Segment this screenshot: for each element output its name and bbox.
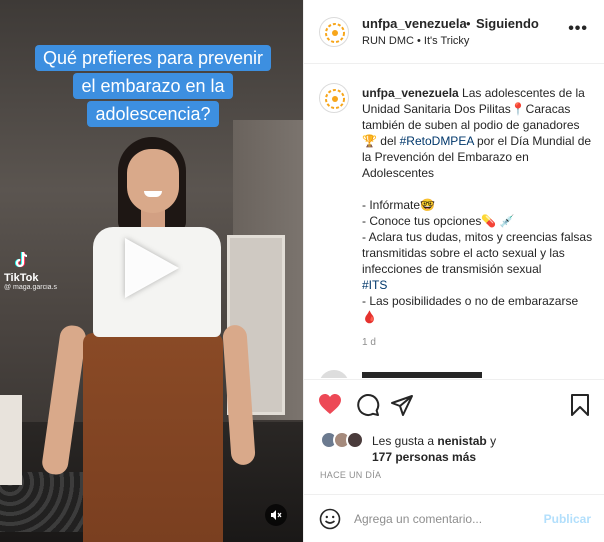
bookmark-icon[interactable] [569, 393, 591, 420]
video-caption: Qué prefieres para prevenir el embarazo … [28, 45, 278, 129]
mute-icon[interactable] [265, 504, 287, 526]
video-caption-line: adolescencia? [87, 101, 219, 127]
post-caption: unfpa_venezuela Las adolescentes de la U… [362, 85, 595, 325]
likes-conjunction: y [486, 434, 497, 448]
hashtag-link[interactable]: #RetoDMPEA [400, 134, 474, 148]
tiktok-brand: TikTok [4, 272, 39, 284]
play-icon[interactable] [125, 238, 179, 298]
background-lamp [0, 395, 22, 485]
post-header: unfpa_venezuela • Siguiendo RUN DMC • It… [304, 0, 604, 64]
avatar[interactable] [346, 431, 364, 449]
caption-bullet: - Infórmate🤓 [362, 198, 435, 212]
caption-username[interactable]: unfpa_venezuela [362, 86, 459, 100]
video-caption-line: el embarazo en la [73, 73, 233, 99]
caption-bullet: - Aclara tus dudas, mitos y creencias fa… [362, 230, 593, 276]
header-username[interactable]: unfpa_venezuela [362, 16, 467, 31]
publish-button[interactable]: Publicar [544, 512, 591, 526]
caption-bullet: - Conoce tus opciones💊 💉 [362, 214, 515, 228]
video-player[interactable]: Qué prefieres para prevenir el embarazo … [0, 0, 303, 542]
audio-link[interactable]: RUN DMC • It's Tricky [362, 35, 469, 47]
hashtag-link[interactable]: #ITS [362, 278, 387, 292]
liker-username[interactable]: nenistab [437, 434, 486, 448]
caption-bullet: - Las posibilidades o no de embarazarse … [362, 294, 579, 324]
avatar[interactable] [319, 370, 349, 378]
more-options-icon[interactable]: ••• [568, 20, 588, 38]
heart-icon[interactable] [318, 393, 342, 418]
likes-count[interactable]: 177 personas más [372, 450, 476, 464]
video-person [40, 135, 256, 542]
comment-input[interactable] [354, 508, 534, 530]
post-timestamp[interactable]: HACE UN DÍA [320, 470, 381, 480]
tiktok-handle: @ maga.garcia.s [4, 284, 58, 291]
post-sidebar: unfpa_venezuela • Siguiendo RUN DMC • It… [303, 0, 604, 542]
action-bar: Les gusta a nenistab y 177 personas más … [304, 379, 604, 494]
likes-text: Les gusta a nenistab y 177 personas más [372, 433, 592, 465]
caption-timestamp[interactable]: 1 d [362, 337, 376, 348]
share-icon[interactable] [390, 393, 414, 420]
emoji-icon[interactable] [319, 508, 341, 533]
video-caption-line: Qué prefieres para prevenir [34, 45, 272, 71]
comment-preview [362, 372, 482, 378]
comments-area[interactable]: unfpa_venezuela Las adolescentes de la U… [304, 65, 604, 378]
comment-bar: Publicar [304, 494, 604, 542]
tiktok-watermark: TikTok @ maga.garcia.s [4, 250, 57, 291]
header-separator: • [466, 16, 471, 31]
tiktok-logo-icon [12, 250, 32, 270]
comment-icon[interactable] [356, 393, 380, 420]
likes-prefix: Les gusta a [372, 434, 438, 448]
following-button[interactable]: Siguiendo [476, 16, 539, 31]
avatar[interactable] [319, 17, 349, 47]
avatar[interactable] [319, 83, 349, 113]
